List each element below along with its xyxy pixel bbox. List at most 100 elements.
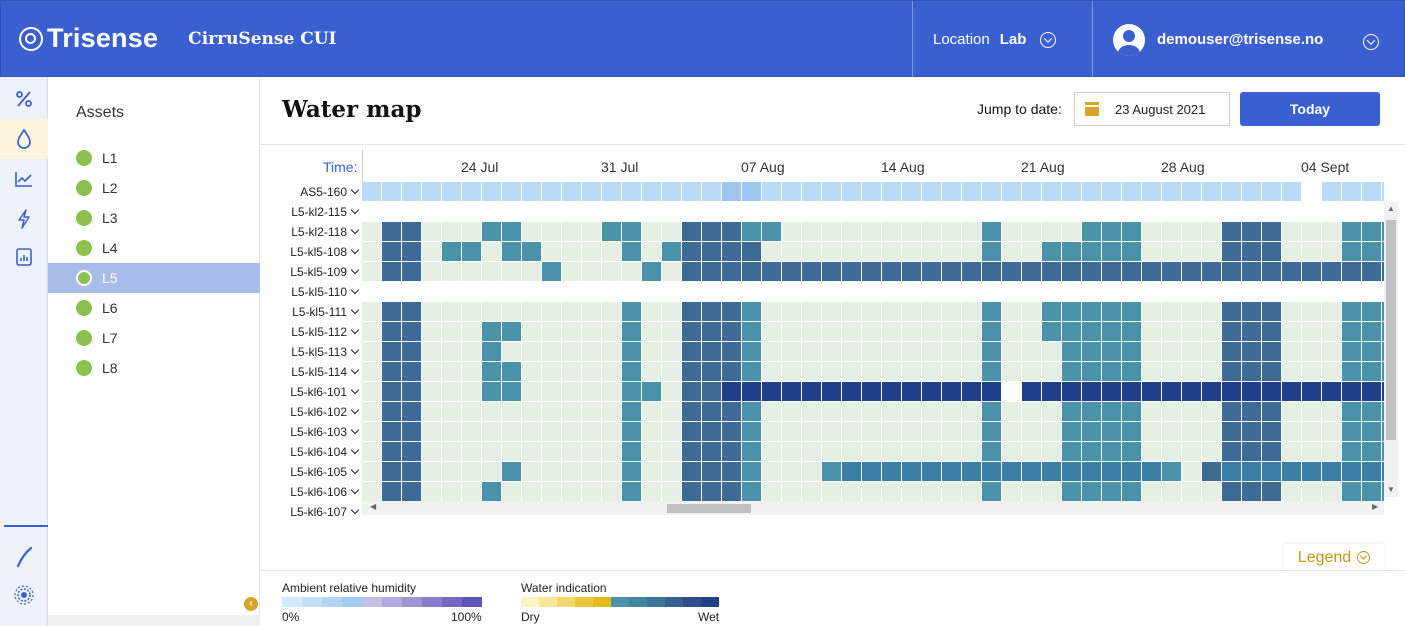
water-map-cell[interactable]	[802, 282, 821, 301]
water-map-cell[interactable]	[522, 382, 541, 401]
water-map-cell[interactable]	[1202, 242, 1221, 261]
water-map-cell[interactable]	[1342, 222, 1361, 241]
water-map-cell[interactable]	[842, 242, 861, 261]
water-map-cell[interactable]	[622, 302, 641, 321]
water-map-cell[interactable]	[582, 262, 601, 281]
water-map-cell[interactable]	[1282, 382, 1301, 401]
water-map-cell[interactable]	[1082, 402, 1101, 421]
water-map-cell[interactable]	[882, 322, 901, 341]
water-map-cell[interactable]	[1042, 482, 1061, 501]
water-map-cell[interactable]	[902, 182, 921, 201]
water-map-cell[interactable]	[1102, 442, 1121, 461]
water-map-cell[interactable]	[1362, 362, 1381, 381]
water-map-cell[interactable]	[462, 462, 481, 481]
water-map-cell[interactable]	[382, 262, 401, 281]
water-map-cell[interactable]	[1022, 382, 1041, 401]
water-map-cell[interactable]	[842, 442, 861, 461]
water-map-cell[interactable]	[1122, 362, 1141, 381]
water-map-cell[interactable]	[902, 342, 921, 361]
water-map-cell[interactable]	[1022, 482, 1041, 501]
water-map-cell[interactable]	[822, 342, 841, 361]
water-map-cell[interactable]	[482, 422, 501, 441]
scroll-left-icon[interactable]: ◀	[370, 502, 376, 511]
water-map-cell[interactable]	[642, 422, 661, 441]
water-map-cell[interactable]	[742, 482, 761, 501]
water-map-cell[interactable]	[702, 202, 721, 221]
water-map-cell[interactable]	[862, 242, 881, 261]
water-map-cell[interactable]	[422, 342, 441, 361]
water-map-cell[interactable]	[422, 402, 441, 421]
water-map-cell[interactable]	[1282, 322, 1301, 341]
water-map-cell[interactable]	[922, 342, 941, 361]
water-map-cell[interactable]	[982, 482, 1001, 501]
water-map-cell[interactable]	[482, 362, 501, 381]
water-map-cell[interactable]	[1022, 302, 1041, 321]
water-map-cell[interactable]	[882, 222, 901, 241]
water-map-cell[interactable]	[942, 262, 961, 281]
water-map-cell[interactable]	[762, 482, 781, 501]
water-map-cell[interactable]	[1342, 442, 1361, 461]
water-map-cell[interactable]	[802, 362, 821, 381]
water-map-cell[interactable]	[582, 322, 601, 341]
water-map-cell[interactable]	[1262, 202, 1281, 221]
water-map-cell[interactable]	[422, 462, 441, 481]
water-map-cell[interactable]	[422, 202, 441, 221]
water-map-cell[interactable]	[1022, 402, 1041, 421]
water-map-cell[interactable]	[1182, 362, 1201, 381]
water-map-cell[interactable]	[1342, 382, 1361, 401]
water-map-cell[interactable]	[1142, 262, 1161, 281]
water-map-cell[interactable]	[782, 182, 801, 201]
water-map-cell[interactable]	[722, 462, 741, 481]
water-map-cell[interactable]	[1022, 322, 1041, 341]
water-map-cell[interactable]	[522, 182, 541, 201]
water-map-cell[interactable]	[1162, 362, 1181, 381]
water-map-cell[interactable]	[742, 422, 761, 441]
water-map-cell[interactable]	[542, 442, 561, 461]
water-map-cell[interactable]	[642, 442, 661, 461]
water-map-cell[interactable]	[402, 442, 421, 461]
water-map-cell[interactable]	[382, 382, 401, 401]
water-map-cell[interactable]	[1062, 182, 1081, 201]
water-map-cell[interactable]	[362, 422, 381, 441]
water-map-cell[interactable]	[642, 202, 661, 221]
water-map-cell[interactable]	[1362, 462, 1381, 481]
water-map-cell[interactable]	[742, 362, 761, 381]
water-map-cell[interactable]	[1282, 202, 1301, 221]
sensor-row-toggle[interactable]: L5-kl6-105	[261, 462, 360, 482]
water-map-cell[interactable]	[462, 202, 481, 221]
water-map-cell[interactable]	[1222, 342, 1241, 361]
water-map-cell[interactable]	[462, 262, 481, 281]
water-map-cell[interactable]	[442, 282, 461, 301]
chevron-down-icon[interactable]	[1363, 34, 1379, 50]
water-map-cell[interactable]	[982, 382, 1001, 401]
water-map-cell[interactable]	[1162, 222, 1181, 241]
water-map-cell[interactable]	[402, 382, 421, 401]
water-map-cell[interactable]	[842, 462, 861, 481]
water-map-cell[interactable]	[442, 382, 461, 401]
water-map-cell[interactable]	[1242, 202, 1261, 221]
power-icon[interactable]	[0, 199, 48, 239]
water-map-cell[interactable]	[1222, 222, 1241, 241]
water-map-cell[interactable]	[1262, 462, 1281, 481]
water-map-cell[interactable]	[362, 442, 381, 461]
water-map-cell[interactable]	[602, 422, 621, 441]
water-map-cell[interactable]	[962, 322, 981, 341]
water-map-cell[interactable]	[602, 442, 621, 461]
water-map-cell[interactable]	[1142, 302, 1161, 321]
water-map-cell[interactable]	[762, 242, 781, 261]
water-map-cell[interactable]	[1202, 182, 1221, 201]
water-map-cell[interactable]	[742, 402, 761, 421]
water-map-cell[interactable]	[582, 282, 601, 301]
water-map-cell[interactable]	[482, 342, 501, 361]
water-map-cell[interactable]	[1142, 402, 1161, 421]
water-map-cell[interactable]	[1002, 202, 1021, 221]
water-map-cell[interactable]	[582, 342, 601, 361]
water-map-cell[interactable]	[882, 342, 901, 361]
scrollbar-thumb[interactable]	[667, 504, 751, 513]
water-map-cell[interactable]	[1062, 362, 1081, 381]
water-map-cell[interactable]	[462, 182, 481, 201]
water-map-cell[interactable]	[882, 482, 901, 501]
water-map-cell[interactable]	[622, 262, 641, 281]
water-map-cell[interactable]	[1302, 402, 1321, 421]
water-map-cell[interactable]	[902, 302, 921, 321]
